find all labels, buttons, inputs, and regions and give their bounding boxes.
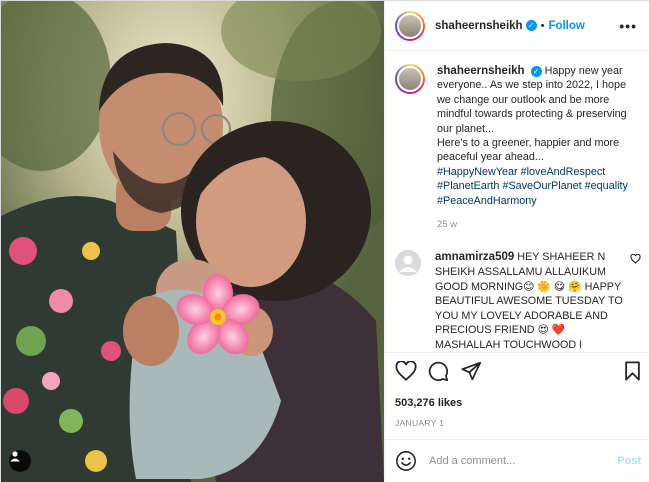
separator-dot: •	[540, 19, 545, 32]
hashtag-link[interactable]: #equality	[585, 180, 628, 192]
bookmark-icon[interactable]	[624, 361, 641, 384]
author-avatar[interactable]	[395, 10, 425, 41]
caption-author-avatar[interactable]	[395, 64, 425, 94]
commenter-avatar[interactable]	[395, 250, 421, 277]
hashtag-link[interactable]: #loveAndRespect	[521, 166, 606, 178]
verified-badge-icon: ✓	[530, 65, 542, 77]
heart-outline-icon	[630, 254, 641, 265]
post-dialog: shaheernsheikh ✓ • Follow ••• shaheernsh…	[0, 0, 649, 482]
comment-text: HEY SHAHEER N SHEIKH ASSALLAMU ALLAUIKUM…	[435, 251, 623, 352]
share-icon[interactable]	[461, 361, 482, 384]
heart-icon[interactable]	[395, 360, 417, 384]
comments-list[interactable]: shaheernsheikh ✓ Happy new year everyone…	[385, 52, 649, 352]
photo-illustration	[1, 1, 384, 482]
hashtag-link[interactable]: #PlanetEarth	[437, 180, 499, 192]
author-username[interactable]: shaheernsheikh	[435, 20, 523, 32]
post-comment-button[interactable]: Post	[617, 455, 641, 467]
comment-input[interactable]	[429, 455, 618, 467]
share-button[interactable]	[461, 361, 482, 381]
hashtag-link[interactable]: #PeaceAndHarmony	[437, 195, 537, 207]
more-options-icon[interactable]: •••	[619, 18, 637, 34]
hashtag-link[interactable]: #HappyNewYear	[437, 166, 518, 178]
like-button[interactable]	[395, 360, 417, 381]
comment-like-icon[interactable]	[630, 254, 641, 267]
caption-text-2: Here's to a greener, happier and more pe…	[437, 137, 620, 164]
person-icon	[10, 451, 20, 462]
default-avatar-icon	[395, 250, 421, 277]
comment-item: amnamirza509 HEY SHAHEER N SHEIKH ASSALL…	[385, 232, 649, 352]
save-button[interactable]	[624, 361, 641, 381]
comment-icon[interactable]	[428, 361, 449, 385]
likes-count[interactable]: 503,276 likes	[395, 397, 641, 409]
emoji-icon[interactable]	[395, 450, 417, 472]
post-caption: shaheernsheikh ✓ Happy new year everyone…	[385, 52, 649, 232]
post-sidebar: shaheernsheikh ✓ • Follow ••• shaheernsh…	[384, 1, 649, 482]
post-actions: 503,276 likes JANUARY 1	[385, 352, 649, 428]
caption-username[interactable]: shaheernsheikh	[437, 65, 525, 77]
tagged-people-button[interactable]	[9, 450, 31, 472]
post-photo[interactable]	[1, 1, 384, 482]
add-comment-bar: Post	[385, 439, 649, 482]
post-date[interactable]: JANUARY 1	[395, 418, 641, 428]
commenter-username[interactable]: amnamirza509	[435, 251, 514, 263]
hashtag-link[interactable]: #SaveOurPlanet	[502, 180, 581, 192]
comment-button[interactable]	[428, 361, 449, 382]
post-header: shaheernsheikh ✓ • Follow •••	[385, 1, 649, 51]
caption-timestamp[interactable]: 25 w	[437, 218, 641, 232]
verified-badge-icon: ✓	[525, 20, 537, 31]
follow-button[interactable]: Follow	[548, 20, 584, 32]
